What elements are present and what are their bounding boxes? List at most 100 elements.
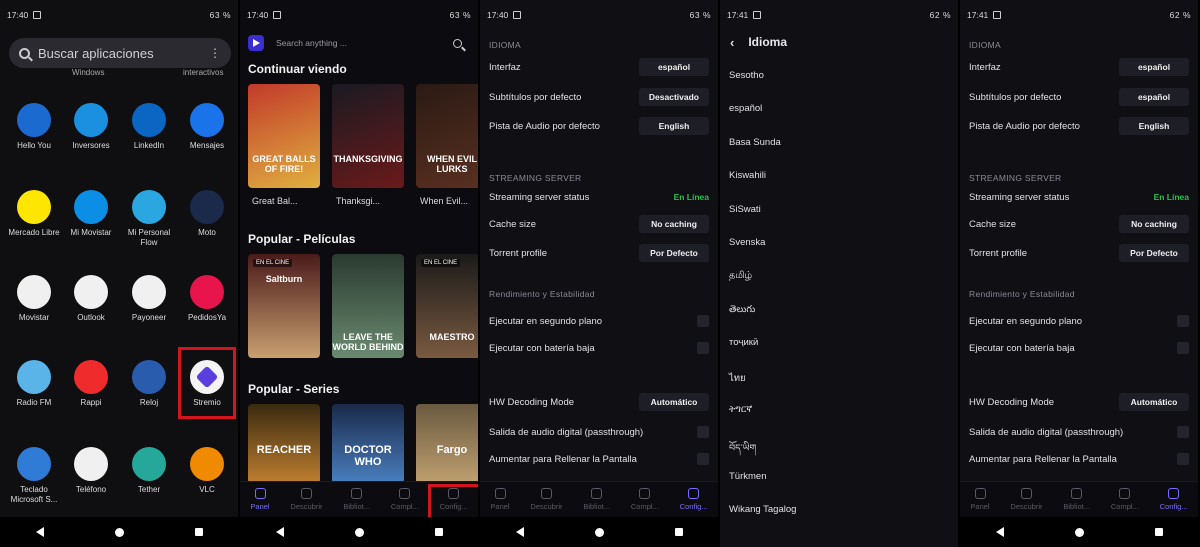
tab-addons[interactable]: Compl...	[631, 488, 659, 511]
language-option[interactable]: тоҷикӣ	[729, 337, 758, 348]
language-option[interactable]: Wikang Tagalog	[729, 504, 796, 515]
home-icon[interactable]	[594, 527, 604, 537]
tab-addons[interactable]: Compl...	[1111, 488, 1139, 511]
language-option[interactable]: Türkmen	[729, 471, 766, 482]
setting-checkbox[interactable]	[1177, 426, 1189, 438]
language-option[interactable]: བོད་ཡིག	[729, 437, 756, 464]
app-outlook[interactable]: Outlook	[63, 275, 119, 323]
setting-value-dropdown[interactable]: English	[639, 117, 709, 135]
app-rappi[interactable]: Rappi	[63, 360, 119, 408]
setting-checkbox[interactable]	[697, 426, 709, 438]
series-poster[interactable]: REACHER	[248, 404, 320, 484]
language-option[interactable]: ไทย	[729, 371, 746, 386]
search-icon[interactable]	[453, 38, 462, 48]
tab-discover[interactable]: Descubrir	[1010, 488, 1043, 511]
app-keyboard[interactable]: Teclado Microsoft S...	[6, 447, 62, 505]
series-poster[interactable]: Fargo	[416, 404, 478, 484]
setting-value-dropdown[interactable]: Por Defecto	[639, 244, 709, 262]
setting-value-dropdown[interactable]: español	[639, 58, 709, 76]
language-option[interactable]: தமிழ்	[729, 270, 752, 282]
continue-watching-poster[interactable]: WHEN EVIL LURKS	[416, 84, 478, 188]
tab-library[interactable]: Bibliot...	[1063, 488, 1090, 511]
addons-icon	[639, 488, 651, 499]
app-moto[interactable]: Moto	[179, 190, 235, 238]
app-tether[interactable]: Tether	[121, 447, 177, 495]
app-linkedin[interactable]: LinkedIn	[121, 103, 177, 151]
language-option[interactable]: Sesotho	[729, 70, 764, 81]
stremio-logo-icon[interactable]	[248, 35, 264, 51]
app-pedidosya[interactable]: PedidosYa	[179, 275, 235, 323]
recents-icon[interactable]	[194, 528, 203, 536]
app-personal-flow[interactable]: Mi Personal Flow	[121, 190, 177, 248]
app-search-bar[interactable]: Buscar aplicaciones ⋮	[9, 38, 231, 68]
language-option[interactable]: Svenska	[729, 237, 765, 248]
setting-checkbox[interactable]	[1177, 342, 1189, 354]
tab-addons[interactable]: Compl...	[391, 488, 419, 511]
more-options-icon[interactable]: ⋮	[209, 46, 221, 60]
setting-checkbox[interactable]	[1177, 315, 1189, 327]
back-arrow-icon[interactable]: ‹	[730, 35, 734, 50]
series-poster[interactable]: DOCTOR WHO	[332, 404, 404, 484]
movie-poster[interactable]: LEAVE THE WORLD BEHIND	[332, 254, 404, 358]
setting-value-dropdown[interactable]: No caching	[1119, 215, 1189, 233]
tab-panel[interactable]: Panel	[250, 488, 270, 511]
back-icon[interactable]	[35, 527, 44, 537]
continue-watching-poster[interactable]: GREAT BALLS OF FIRE!	[248, 84, 320, 188]
tab-settings[interactable]: Config...	[1160, 488, 1188, 511]
setting-checkbox[interactable]	[697, 315, 709, 327]
recents-icon[interactable]	[434, 528, 443, 536]
setting-value-dropdown[interactable]: Automático	[639, 393, 709, 411]
language-option[interactable]: Kiswahili	[729, 170, 766, 181]
language-option[interactable]: español	[729, 103, 762, 114]
setting-checkbox[interactable]	[1177, 453, 1189, 465]
tab-settings[interactable]: Config...	[680, 488, 708, 511]
app-inversores[interactable]: Inversores	[63, 103, 119, 151]
home-icon[interactable]	[1074, 527, 1084, 537]
app-payoneer[interactable]: Payoneer	[121, 275, 177, 323]
back-icon[interactable]	[515, 527, 524, 537]
setting-value-dropdown[interactable]: Por Defecto	[1119, 244, 1189, 262]
stremio-home-screen: 17:40 63 % Search anything ... Continuar…	[240, 0, 478, 547]
tab-discover[interactable]: Descubrir	[290, 488, 323, 511]
tab-library[interactable]: Bibliot...	[343, 488, 370, 511]
setting-value-dropdown[interactable]: español	[1119, 58, 1189, 76]
setting-value-dropdown[interactable]: No caching	[639, 215, 709, 233]
setting-value-dropdown[interactable]: español	[1119, 88, 1189, 106]
app-sim[interactable]: Movistar	[6, 275, 62, 323]
app-mercadolibre[interactable]: Mercado Libre	[6, 190, 62, 238]
tab-library[interactable]: Bibliot...	[583, 488, 610, 511]
continue-watching-poster[interactable]: THANKSGIVING	[332, 84, 404, 188]
language-option[interactable]: ትግርኛ	[729, 404, 752, 415]
tab-panel[interactable]: Panel	[490, 488, 510, 511]
language-option[interactable]: తెలుగు	[729, 304, 755, 317]
home-icon[interactable]	[114, 527, 124, 537]
app-stremio[interactable]: Stremio	[179, 360, 235, 408]
setting-value-dropdown[interactable]: Desactivado	[638, 88, 709, 106]
back-icon[interactable]	[275, 527, 284, 537]
language-option[interactable]: Basa Sunda	[729, 137, 781, 148]
search-input[interactable]: Search anything ...	[276, 38, 453, 48]
tab-discover[interactable]: Descubrir	[530, 488, 563, 511]
setting-value-dropdown[interactable]: Automático	[1119, 393, 1189, 411]
setting-checkbox[interactable]	[697, 342, 709, 354]
app-vlc[interactable]: VLC	[179, 447, 235, 495]
home-icon[interactable]	[354, 527, 364, 537]
tab-panel[interactable]: Panel	[970, 488, 990, 511]
movie-poster[interactable]: EN EL CINE Saltburn	[248, 254, 320, 358]
back-icon[interactable]	[995, 527, 1004, 537]
setting-checkbox[interactable]	[697, 453, 709, 465]
tab-settings[interactable]: Config...	[440, 488, 468, 511]
app-hello-you[interactable]: Hello You	[6, 103, 62, 151]
setting-cache-size: Cache size No caching	[969, 214, 1189, 234]
app-messages[interactable]: Mensajes	[179, 103, 235, 151]
recents-icon[interactable]	[1154, 528, 1163, 536]
setting-value-dropdown[interactable]: English	[1119, 117, 1189, 135]
app-phone[interactable]: Teléfono	[63, 447, 119, 495]
movie-poster[interactable]: EN EL CINE MAESTRO	[416, 254, 478, 358]
app-clock[interactable]: Reloj	[121, 360, 177, 408]
app-radio[interactable]: Radio FM	[6, 360, 62, 408]
language-option[interactable]: SiSwati	[729, 204, 761, 215]
setting-label: Ejecutar en segundo plano	[489, 315, 603, 327]
recents-icon[interactable]	[674, 528, 683, 536]
app-movistar[interactable]: Mi Movistar	[63, 190, 119, 238]
